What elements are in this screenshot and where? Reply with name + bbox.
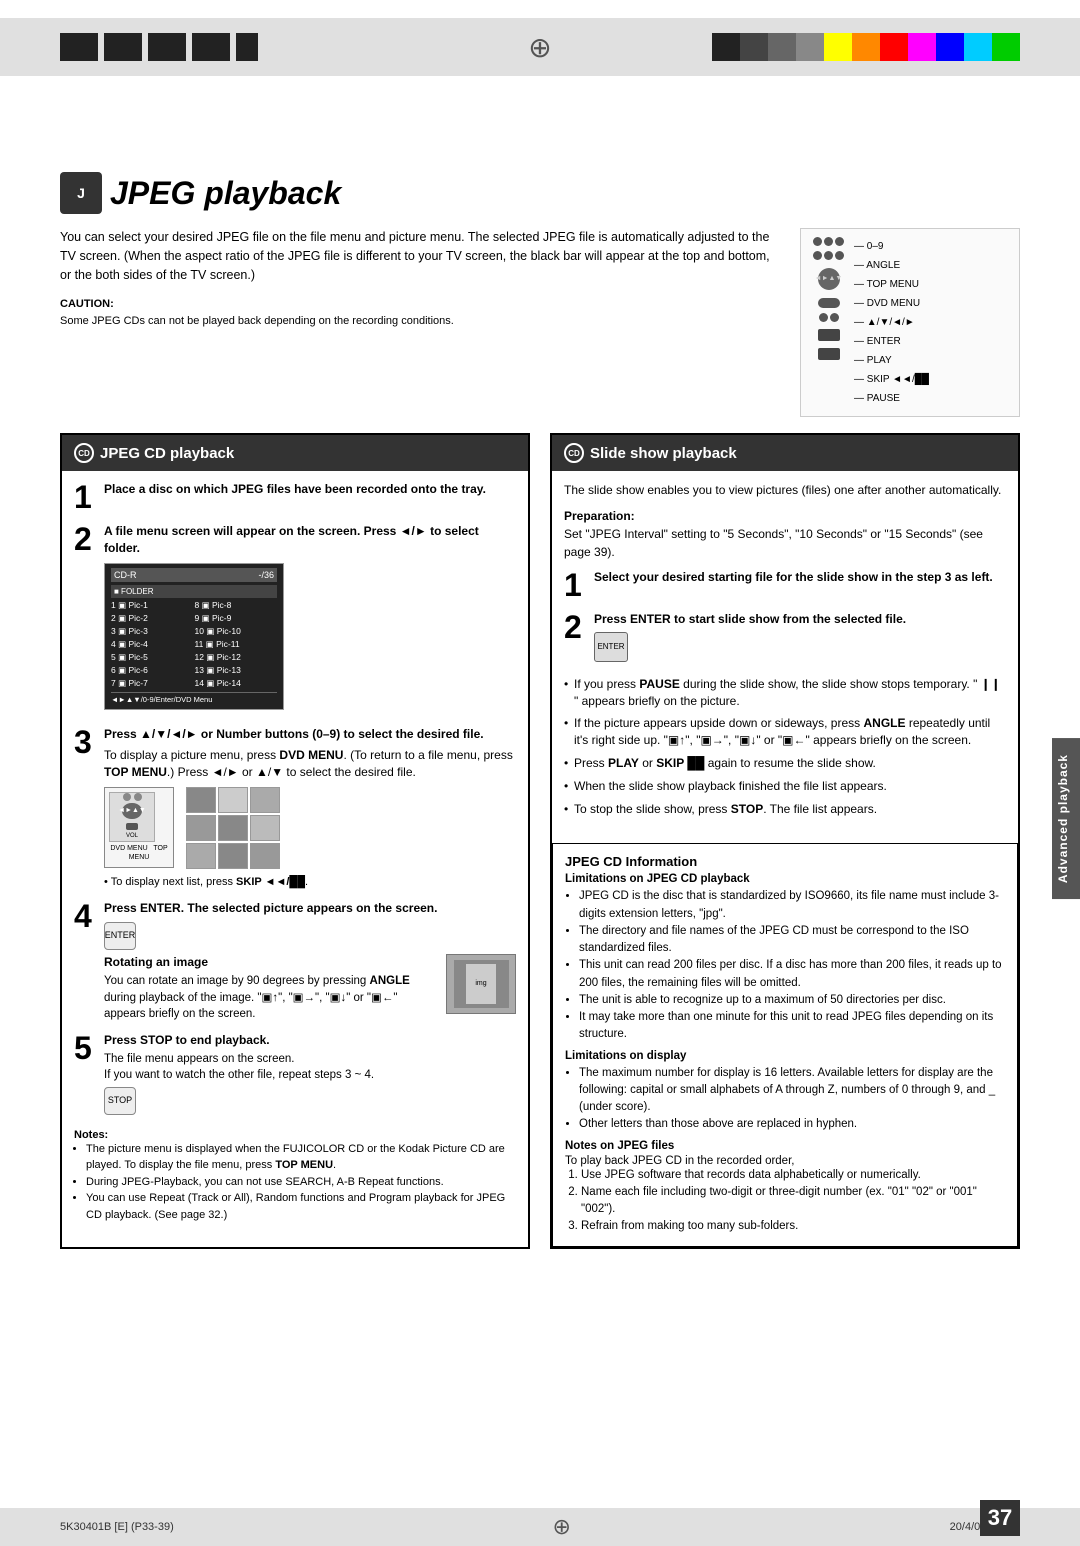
rotating-label: Rotating an image — [104, 955, 208, 969]
step-1: 1 Place a disc on which JPEG files have … — [74, 481, 516, 513]
slide-step-2-num: 2 — [564, 611, 586, 643]
slide-step-1-num: 1 — [564, 569, 586, 601]
step-4-num: 4 — [74, 900, 96, 932]
bottom-crosshair: ⊕ — [552, 1514, 570, 1540]
notes-label: Notes: — [74, 1129, 108, 1141]
side-tab: Advanced playback — [1052, 738, 1080, 899]
limitations-display-list: The maximum number for display is 16 let… — [579, 1065, 1005, 1134]
cd-screen: CD-R-/36 ■ FOLDER 1 ▣ Pic-18 ▣ Pic-8 2 ▣… — [104, 563, 284, 711]
slide-step-2: 2 Press ENTER to start slide show from t… — [564, 611, 1006, 666]
step-2-text: A file menu screen will appear on the sc… — [104, 524, 479, 555]
right-col-title: Slide show playback — [590, 445, 737, 462]
stop-button-icon: STOP — [104, 1087, 136, 1115]
preparation-section: Preparation: Set "JPEG Interval" setting… — [564, 507, 1006, 561]
step-5-title: Press STOP to end playback. — [104, 1033, 270, 1047]
remote-mini-left: ◄►▲▼ VOL DVD MENU TOP MENU — [104, 787, 174, 869]
notes-jpeg-title: Notes on JPEG files — [565, 1140, 1005, 1152]
right-col-header: CD Slide show playback — [552, 435, 1018, 471]
jpeg-info-box: JPEG CD Information Limitations on JPEG … — [552, 843, 1018, 1246]
step-2: 2 A file menu screen will appear on the … — [74, 523, 516, 716]
rotating-image-placeholder: img — [446, 954, 516, 1014]
lp-item-1: JPEG CD is the disc that is standardized… — [579, 888, 1005, 923]
enter-btn-image: ENTER — [594, 632, 628, 662]
lp-item-5: It may take more than one minute for thi… — [579, 1009, 1005, 1044]
rotating-text: You can rotate an image by 90 degrees by… — [104, 973, 432, 1021]
step-1-num: 1 — [74, 481, 96, 513]
bullet-3: Press PLAY or SKIP ██ again to resume th… — [564, 755, 1006, 772]
prep-text: Set "JPEG Interval" setting to "5 Second… — [564, 527, 983, 559]
lp-item-2: The directory and file names of the JPEG… — [579, 923, 1005, 958]
step-3-bullet: • To display next list, press SKIP ◄◄/██… — [104, 875, 516, 890]
ld-item-1: The maximum number for display is 16 let… — [579, 1065, 1005, 1117]
step-5: 5 Press STOP to end playback. The file m… — [74, 1032, 516, 1119]
step-5-desc2: If you want to watch the other file, rep… — [104, 1067, 516, 1083]
slideshow-bullets: If you press PAUSE during the slide show… — [564, 676, 1006, 818]
step-3-num: 3 — [74, 726, 96, 758]
bullet-1: If you press PAUSE during the slide show… — [564, 676, 1006, 710]
notes-jpeg-intro: To play back JPEG CD in the recorded ord… — [565, 1155, 1005, 1167]
thumbnail-grid — [186, 787, 280, 869]
header-black-blocks — [60, 33, 258, 61]
enter-button-icon: ENTER — [104, 922, 136, 950]
page-number: 37 — [980, 1500, 1020, 1536]
note-item-2: During JPEG-Playback, you can not use SE… — [86, 1174, 516, 1191]
footer-left: 5K30401B [E] (P33-39) — [60, 1521, 174, 1533]
bullet-4: When the slide show playback finished th… — [564, 778, 1006, 795]
step-3: 3 Press ▲/▼/◄/► or Number buttons (0–9) … — [74, 726, 516, 890]
slideshow-intro: The slide show enables you to view pictu… — [564, 481, 1006, 499]
remote-labels: — 0–9 — ANGLE — TOP MENU — DVD MENU — ▲/… — [854, 237, 929, 408]
slide-step-1: 1 Select your desired starting file for … — [564, 569, 1006, 601]
step-2-num: 2 — [74, 523, 96, 555]
slide-step-1-text: Select your desired starting file for th… — [594, 570, 993, 584]
remote-buttons: ◄►▲▼ — [813, 237, 844, 408]
bullet-2: If the picture appears upside down or si… — [564, 715, 1006, 749]
bullet-5: To stop the slide show, press STOP. The … — [564, 801, 1006, 818]
step-3-title: Press ▲/▼/◄/► or Number buttons (0–9) to… — [104, 727, 484, 741]
page-title: J JPEG playback — [60, 172, 1020, 214]
left-header-icon: CD — [74, 443, 94, 463]
jpeg-info-title: JPEG CD Information — [565, 854, 1005, 869]
header-strip — [0, 18, 1080, 76]
lp-item-3: This unit can read 200 files per disc. I… — [579, 957, 1005, 992]
note-item-1: The picture menu is displayed when the F… — [86, 1141, 516, 1174]
right-column: CD Slide show playback The slide show en… — [550, 433, 1020, 1249]
header-right-blocks — [712, 33, 1020, 61]
intro-text: You can select your desired JPEG file on… — [60, 228, 780, 284]
lp-item-4: The unit is able to recognize up to a ma… — [579, 992, 1005, 1009]
notes-section: Notes: The picture menu is displayed whe… — [74, 1129, 516, 1224]
step-4-title: Press ENTER. The selected picture appear… — [104, 901, 437, 915]
remote-diagram: ◄►▲▼ — 0–9 — ANGLE — TOP MENU — [800, 228, 1020, 417]
left-col-title: JPEG CD playback — [100, 445, 234, 462]
left-column: CD JPEG CD playback 1 Place a disc on wh… — [60, 433, 530, 1249]
right-header-icon: CD — [564, 443, 584, 463]
step-1-text: Place a disc on which JPEG files have be… — [104, 482, 486, 496]
left-col-header: CD JPEG CD playback — [62, 435, 528, 471]
step-5-desc1: The file menu appears on the screen. — [104, 1051, 516, 1067]
slide-step-2-text: Press ENTER to start slide show from the… — [594, 612, 906, 626]
bottom-strip: 5K30401B [E] (P33-39) ⊕ 20/4/04, 15:29 — [0, 1508, 1080, 1546]
limitations-display-title: Limitations on display — [565, 1050, 1005, 1062]
nj-item-2: Name each file including two-digit or th… — [581, 1184, 1005, 1219]
header-crosshair — [522, 29, 558, 65]
nj-item-3: Refrain from making too many sub-folders… — [581, 1218, 1005, 1235]
prep-label: Preparation: — [564, 509, 635, 523]
note-item-3: You can use Repeat (Track or All), Rando… — [86, 1190, 516, 1223]
ld-item-2: Other letters than those above are repla… — [579, 1116, 1005, 1133]
caution-label: CAUTION: — [60, 298, 114, 310]
notes-jpeg-list: Use JPEG software that records data alph… — [581, 1167, 1005, 1236]
step-5-num: 5 — [74, 1032, 96, 1064]
limitations-playback-list: JPEG CD is the disc that is standardized… — [579, 888, 1005, 1043]
nj-item-1: Use JPEG software that records data alph… — [581, 1167, 1005, 1184]
step-3-desc: To display a picture menu, press DVD MEN… — [104, 747, 516, 781]
step-4: 4 Press ENTER. The selected picture appe… — [74, 900, 516, 1022]
limitations-playback-title: Limitations on JPEG CD playback — [565, 873, 1005, 885]
page-title-text: JPEG playback — [110, 175, 341, 212]
caution-text: Some JPEG CDs can not be played back dep… — [60, 313, 780, 330]
title-icon: J — [60, 172, 102, 214]
